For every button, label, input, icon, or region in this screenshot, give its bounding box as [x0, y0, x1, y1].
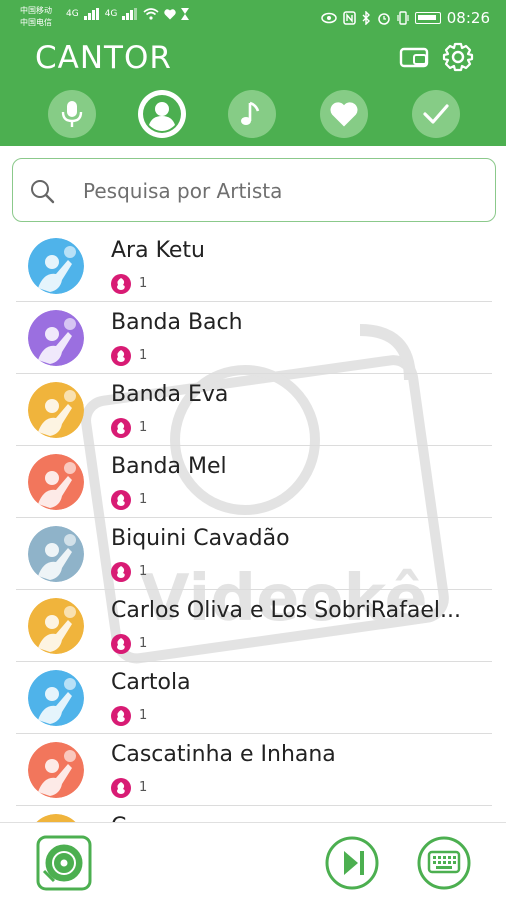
vibrate-icon — [397, 11, 409, 25]
nfc-icon — [343, 11, 356, 25]
list-item[interactable]: Biquini Cavadão 1 — [16, 518, 492, 590]
artist-name: Cartola — [111, 670, 191, 695]
song-count-icon — [111, 778, 131, 798]
heart-icon — [330, 102, 358, 127]
artist-name: C... — [111, 814, 489, 822]
eye-icon — [321, 12, 337, 24]
song-count-icon — [111, 562, 131, 582]
battery-icon — [414, 12, 441, 24]
list-item[interactable]: C... — [16, 806, 492, 822]
carrier-info: 中国移动 中国电信 — [20, 5, 52, 29]
status-time: 08:26 — [446, 9, 490, 27]
artist-name: Banda Bach — [111, 310, 243, 335]
singer-avatar-icon — [28, 454, 84, 510]
list-item[interactable]: Banda Mel 1 — [16, 446, 492, 518]
tab-favorites[interactable] — [320, 90, 368, 138]
music-note-icon — [241, 101, 260, 125]
bluetooth-icon — [362, 11, 370, 25]
wifi-icon — [143, 8, 159, 20]
singer-avatar-icon — [28, 310, 84, 366]
song-count: 1 — [139, 708, 148, 723]
disc-library-icon[interactable] — [36, 835, 92, 891]
artist-name: Ara Ketu — [111, 238, 206, 263]
song-count-icon — [111, 490, 131, 510]
singer-avatar-icon — [36, 814, 76, 822]
song-count: 1 — [139, 348, 148, 363]
network-2: 4G — [104, 9, 118, 19]
hourglass-icon — [181, 8, 190, 20]
person-icon — [143, 95, 181, 133]
song-count: 1 — [139, 780, 148, 795]
artist-name: Banda Mel — [111, 454, 227, 479]
tab-artist[interactable] — [138, 90, 186, 138]
carrier-1: 中国移动 — [20, 6, 52, 15]
singer-avatar-icon — [28, 670, 84, 726]
song-count-icon — [111, 346, 131, 366]
tab-done[interactable] — [412, 90, 460, 138]
network-info: 4G 4G — [66, 8, 190, 20]
carrier-2: 中国电信 — [20, 18, 52, 27]
search-input[interactable] — [83, 173, 473, 209]
signal-icon-2 — [122, 8, 138, 20]
alarm-icon — [378, 13, 390, 25]
page-title: CANTOR — [35, 40, 172, 76]
singer-avatar-icon — [28, 238, 84, 294]
status-right: 08:26 — [321, 9, 490, 27]
search-icon — [31, 180, 55, 204]
song-count: 1 — [139, 276, 148, 291]
keyboard-icon[interactable] — [416, 835, 472, 891]
check-icon — [423, 104, 449, 124]
artist-name: Cascatinha e Inhana — [111, 742, 336, 767]
app-header: 中国移动 中国电信 4G 4G 08:26 CANTOR — [0, 0, 506, 146]
tab-microphone[interactable] — [48, 90, 96, 138]
search-box[interactable] — [12, 158, 496, 222]
signal-icon — [83, 8, 99, 20]
heart-status-icon — [164, 8, 177, 19]
tab-music[interactable] — [228, 90, 276, 138]
cast-icon[interactable] — [396, 40, 432, 74]
list-item[interactable]: Banda Bach 1 — [16, 302, 492, 374]
artist-name: Carlos Oliva e Los SobriRafael... — [111, 598, 461, 623]
list-item[interactable]: Carlos Oliva e Los SobriRafael... 1 — [16, 590, 492, 662]
song-count: 1 — [139, 492, 148, 507]
list-item[interactable]: Cascatinha e Inhana 1 — [16, 734, 492, 806]
list-item[interactable]: Ara Ketu 1 — [16, 230, 492, 302]
list-item[interactable]: Banda Eva 1 — [16, 374, 492, 446]
singer-avatar-icon — [28, 598, 84, 654]
singer-avatar-icon — [28, 382, 84, 438]
artist-list[interactable]: Videokê Ara Ketu 1 Banda Bach 1 Banda Ev… — [0, 230, 506, 822]
song-count: 1 — [139, 564, 148, 579]
singer-avatar-icon — [28, 742, 84, 798]
song-count: 1 — [139, 420, 148, 435]
list-item[interactable]: Cartola 1 — [16, 662, 492, 734]
microphone-icon — [61, 101, 83, 127]
artist-name: Biquini Cavadão — [111, 526, 290, 551]
song-count-icon — [111, 418, 131, 438]
bottom-bar — [0, 822, 506, 900]
song-count-icon — [111, 634, 131, 654]
gear-icon[interactable] — [440, 40, 476, 74]
song-count-icon — [111, 274, 131, 294]
song-count: 1 — [139, 636, 148, 651]
singer-avatar-icon — [28, 526, 84, 582]
network-1: 4G — [66, 9, 79, 19]
song-count-icon — [111, 706, 131, 726]
artist-name: Banda Eva — [111, 382, 229, 407]
status-bar: 中国移动 中国电信 4G 4G 08:26 — [0, 0, 506, 36]
play-next-icon[interactable] — [324, 835, 380, 891]
